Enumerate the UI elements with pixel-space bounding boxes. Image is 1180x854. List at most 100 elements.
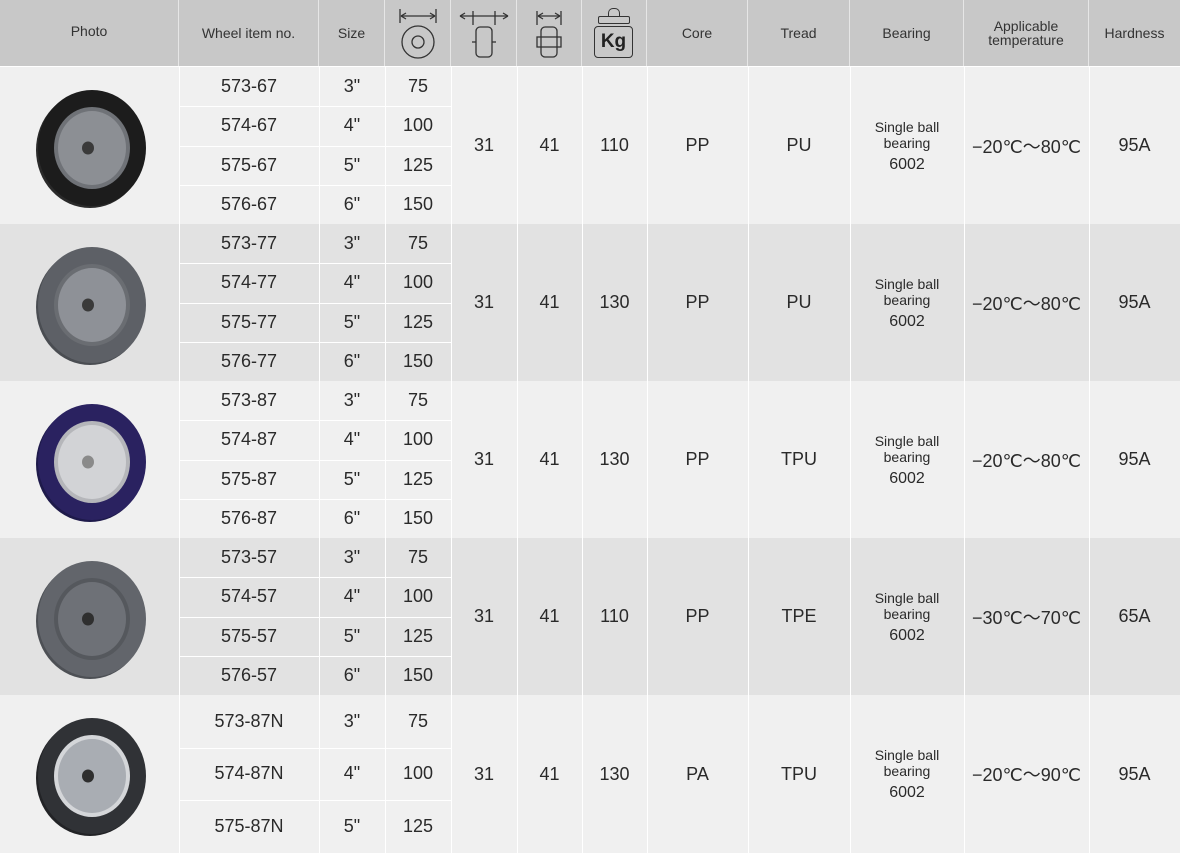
column-divider <box>517 66 518 853</box>
bearing-line2: bearing <box>883 134 931 151</box>
wheel-photo <box>32 243 148 367</box>
bearing-number: 6002 <box>889 155 925 173</box>
header-width <box>451 0 517 66</box>
row-divider <box>179 747 451 749</box>
header-core: Core <box>647 0 748 66</box>
hardness-value: 65A <box>1118 606 1151 626</box>
hub-length-value: 41 <box>539 449 560 469</box>
row-divider <box>179 302 451 304</box>
hardness-value: 95A <box>1118 763 1151 784</box>
hub-length-value: 41 <box>539 763 560 784</box>
row-divider <box>179 341 451 343</box>
wheel-photo <box>32 400 148 524</box>
tread-material: TPE <box>781 606 817 626</box>
wheel-diameter: 75 <box>407 390 429 411</box>
wheel-diameter: 75 <box>407 710 429 731</box>
tread-material: PU <box>786 135 812 155</box>
load-capacity-value: 110 <box>600 606 629 626</box>
row-divider <box>179 459 451 461</box>
header-hardness: Hardness <box>1089 0 1180 66</box>
row-divider <box>179 184 451 186</box>
row-divider <box>179 577 451 579</box>
wheel-size: 6" <box>343 664 361 685</box>
row-divider <box>179 145 451 147</box>
row-divider <box>179 616 451 618</box>
wheel-diameter: 75 <box>407 76 429 97</box>
wheel-size: 3" <box>343 390 361 411</box>
hub-length-value: 41 <box>539 292 560 312</box>
header-photo: Photo <box>0 0 179 66</box>
wheel-size: 3" <box>343 76 361 97</box>
header-hub-length <box>517 0 582 66</box>
row-divider <box>179 800 451 802</box>
load-weight-icon: Kg <box>594 6 634 60</box>
wheel-size: 6" <box>343 507 361 528</box>
column-divider <box>451 66 452 853</box>
wheel-size: 4" <box>343 586 361 607</box>
tread-material: TPU <box>781 449 817 469</box>
bearing-line1: Single ball <box>874 747 940 763</box>
hardness-value: 95A <box>1118 292 1151 312</box>
wheel-diameter: 125 <box>402 816 434 837</box>
wheel-size: 4" <box>343 429 361 450</box>
wheel-item-no: 575-87 <box>220 468 278 489</box>
bearing-number: 6002 <box>889 626 925 644</box>
wheel-item-no: 576-67 <box>220 193 278 214</box>
temperature-range: −20℃～90℃ <box>972 765 1081 785</box>
wheel-size: 5" <box>343 154 361 175</box>
wheel-size: 3" <box>343 233 361 254</box>
wheel-item-no: 574-87 <box>220 429 278 450</box>
row-divider <box>179 106 451 108</box>
wheel-diameter: 125 <box>402 154 434 175</box>
wheel-photo <box>32 86 148 210</box>
wheel-item-no: 575-77 <box>220 311 278 332</box>
wheel-item-no: 575-87N <box>214 816 284 837</box>
wheel-item-no: 575-67 <box>220 154 278 175</box>
wheel-size: 5" <box>343 468 361 489</box>
column-divider <box>647 66 648 853</box>
wheel-item-no: 576-87 <box>220 507 278 528</box>
wheel-item-no: 574-57 <box>220 586 278 607</box>
bearing-type: Single ball bearing 6002 <box>850 67 964 224</box>
wheel-diameter: 100 <box>402 115 434 136</box>
column-divider <box>319 66 320 853</box>
bearing-line1: Single ball <box>874 118 940 135</box>
hub-length-value: 41 <box>539 606 560 626</box>
header-tread-label: Tread <box>780 25 817 41</box>
bearing-line1: Single ball <box>874 589 940 606</box>
wheel-diameter: 150 <box>402 193 434 214</box>
column-divider <box>385 66 386 853</box>
hub-length-value: 41 <box>539 135 560 155</box>
overall-width-value: 31 <box>473 763 495 784</box>
bearing-type: Single ball bearing 6002 <box>850 224 964 381</box>
header-core-label: Core <box>681 25 713 41</box>
row-divider <box>179 420 451 422</box>
overall-width-value: 31 <box>473 292 495 312</box>
wheel-diameter: 100 <box>402 763 434 784</box>
wheel-diameter-icon <box>398 9 437 59</box>
core-material: PP <box>685 292 710 312</box>
bearing-number: 6002 <box>889 469 925 487</box>
bearing-line2: bearing <box>883 291 931 308</box>
spec-table: Photo Wheel item no. Size Kg Core Tread … <box>0 0 1180 854</box>
header-bearing-label: Bearing <box>882 25 931 41</box>
overall-width-value: 31 <box>473 135 495 155</box>
hardness-value: 95A <box>1118 449 1151 469</box>
column-divider <box>179 66 180 853</box>
wheel-item-no: 574-67 <box>220 115 278 136</box>
header-size-label: Size <box>337 25 366 41</box>
column-divider <box>850 66 851 853</box>
load-unit-label: Kg <box>594 26 633 58</box>
header-temp-line2: temperature <box>988 32 1064 48</box>
load-capacity-value: 130 <box>599 763 630 784</box>
header-temp-line1: Applicable <box>993 18 1059 34</box>
column-divider <box>964 66 965 853</box>
wheel-diameter: 125 <box>402 625 434 646</box>
header-tread: Tread <box>748 0 850 66</box>
wheel-diameter: 150 <box>402 664 434 685</box>
wheel-item-no: 573-67 <box>220 76 278 97</box>
header-bearing: Bearing <box>850 0 964 66</box>
wheel-item-no: 574-77 <box>220 272 278 293</box>
row-divider <box>179 498 451 500</box>
hub-length-icon <box>536 11 562 58</box>
